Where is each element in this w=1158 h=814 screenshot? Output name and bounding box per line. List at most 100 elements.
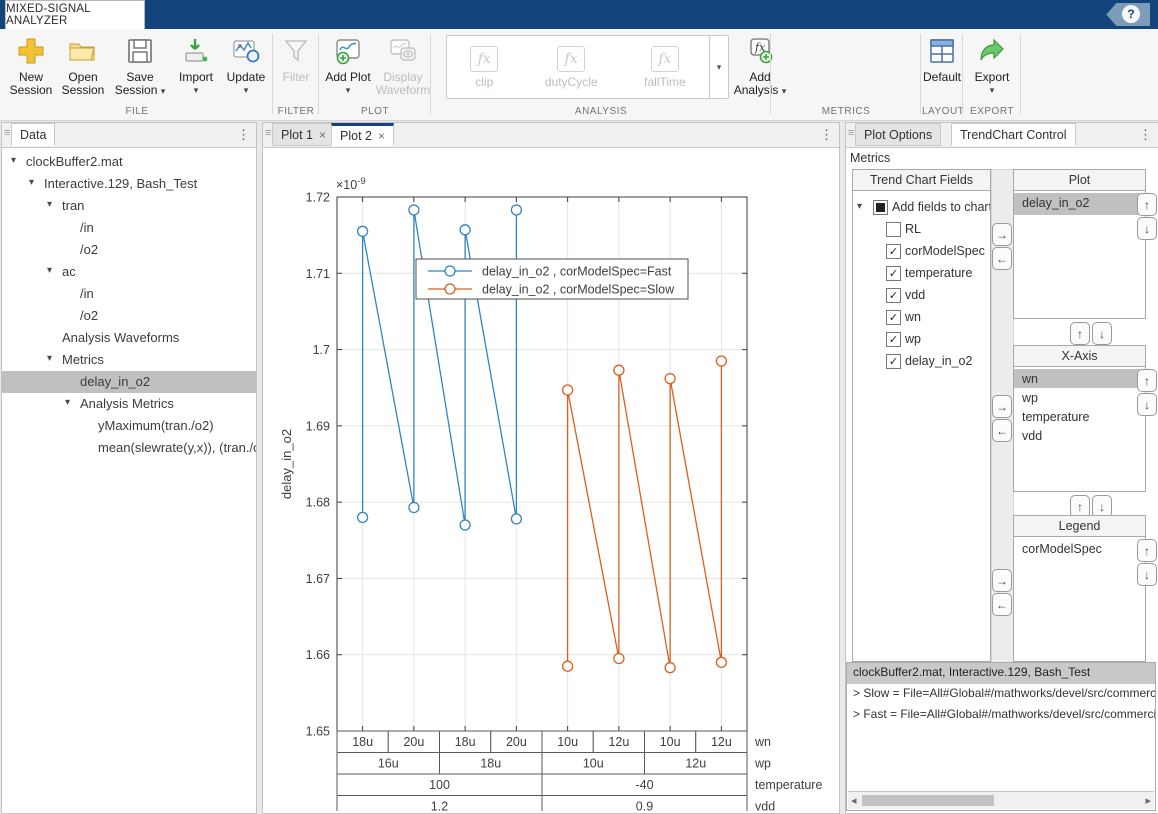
tree-item--in[interactable]: /in bbox=[2, 283, 256, 305]
legend-list-up-button[interactable]: ↑ bbox=[1137, 539, 1157, 562]
tab-trendchart-control[interactable]: TrendChart Control bbox=[951, 123, 1076, 146]
checked-checkbox[interactable]: ✓ bbox=[886, 310, 901, 325]
x-table-row-wn: 18u20u18u20u10u12u10u12uwn bbox=[337, 731, 771, 753]
tab-data[interactable]: Data bbox=[11, 123, 55, 146]
field-row-cormodelspec[interactable]: ✓corModelSpec bbox=[853, 241, 990, 263]
add-plot-button[interactable]: Add Plot ▾ bbox=[322, 34, 374, 95]
tree-item-clockbuffer2-mat[interactable]: ▾clockBuffer2.mat bbox=[2, 151, 256, 173]
save-session-button[interactable]: Save Session ▾ bbox=[112, 34, 168, 97]
section-divider bbox=[1020, 34, 1021, 114]
y-tick-label: 1.7 bbox=[313, 343, 330, 357]
list-item-wn[interactable]: wn bbox=[1014, 369, 1145, 388]
expand-arrow-icon[interactable]: ▾ bbox=[857, 201, 862, 212]
legend-list-down-button[interactable]: ↓ bbox=[1137, 563, 1157, 586]
field-row-wp[interactable]: ✓wp bbox=[853, 329, 990, 351]
panel-grip-icon[interactable]: ≡ bbox=[4, 127, 10, 139]
x-table-cell-value: 18u bbox=[455, 735, 476, 749]
field-row-add-fields-to-chart[interactable]: ▾Add fields to chart bbox=[853, 197, 990, 219]
plot-move-up-button[interactable]: ↑ bbox=[1070, 322, 1090, 345]
filter-button[interactable]: Filter bbox=[274, 34, 318, 84]
trend-chart-canvas[interactable]: 1.721.711.71.691.681.671.661.65×10-9dela… bbox=[263, 147, 837, 811]
tree-item-ac[interactable]: ▾ac bbox=[2, 261, 256, 283]
checked-checkbox[interactable]: ✓ bbox=[886, 288, 901, 303]
tree-item-delay-in-o2[interactable]: delay_in_o2 bbox=[2, 371, 256, 393]
help-icon[interactable]: ? bbox=[1122, 5, 1140, 23]
plot-list: delay_in_o2 bbox=[1013, 190, 1146, 319]
tab-plot-options[interactable]: Plot Options bbox=[855, 123, 941, 146]
new-session-button[interactable]: New Session bbox=[6, 34, 56, 97]
tree-item--o2[interactable]: /o2 bbox=[2, 239, 256, 261]
status-hscrollbar[interactable]: ◂ ▸ bbox=[848, 791, 1154, 809]
checked-checkbox[interactable]: ✓ bbox=[886, 244, 901, 259]
list-item-vdd[interactable]: vdd bbox=[1014, 426, 1145, 445]
tree-item-mean-slewrate-y-x-tran-o2-[interactable]: mean(slewrate(y,x)), (tran./o2) bbox=[2, 437, 256, 459]
remove-from-plot-button[interactable]: ← bbox=[992, 247, 1012, 270]
checked-checkbox[interactable]: ✓ bbox=[886, 266, 901, 281]
tree-item-analysis-metrics[interactable]: ▾Analysis Metrics bbox=[2, 393, 256, 415]
export-button[interactable]: Export ▾ bbox=[968, 34, 1016, 95]
plot-move-down-button[interactable]: ↓ bbox=[1092, 322, 1112, 345]
analysis-clip-button[interactable]: fx clip bbox=[470, 46, 498, 89]
remove-from-legend-button[interactable]: ← bbox=[992, 593, 1012, 616]
import-button[interactable]: Import ▾ bbox=[172, 34, 220, 95]
xaxis-list-down-button[interactable]: ↓ bbox=[1137, 393, 1157, 416]
analysis-falltime-button[interactable]: fx fallTime bbox=[644, 46, 686, 89]
checked-checkbox[interactable]: ✓ bbox=[886, 332, 901, 347]
tree-item-metrics[interactable]: ▾Metrics bbox=[2, 349, 256, 371]
scroll-left-icon[interactable]: ◂ bbox=[851, 794, 857, 807]
tree-item-interactive-129-bash-test[interactable]: ▾Interactive.129, Bash_Test bbox=[2, 173, 256, 195]
list-item-delay-in-o2[interactable]: delay_in_o2 bbox=[1014, 193, 1145, 215]
field-row-vdd[interactable]: ✓vdd bbox=[853, 285, 990, 307]
scroll-right-icon[interactable]: ▸ bbox=[1145, 794, 1151, 807]
expand-arrow-icon[interactable]: ▾ bbox=[47, 265, 52, 276]
app-title-tab[interactable]: MIXED-SIGNAL ANALYZER bbox=[5, 0, 145, 29]
add-to-plot-button[interactable]: → bbox=[992, 223, 1012, 246]
unchecked-checkbox[interactable] bbox=[886, 222, 901, 237]
tree-item-ymaximum-tran-o2-[interactable]: yMaximum(tran./o2) bbox=[2, 415, 256, 437]
analysis-gallery-dropdown[interactable]: ▾ bbox=[709, 35, 729, 99]
close-icon[interactable]: × bbox=[378, 129, 385, 143]
default-layout-button[interactable]: Default bbox=[918, 34, 966, 84]
scrollbar-thumb[interactable] bbox=[862, 795, 994, 806]
plot-list-down-button[interactable]: ↓ bbox=[1137, 217, 1157, 240]
expand-arrow-icon[interactable]: ▾ bbox=[11, 155, 16, 166]
plot-list-up-button[interactable]: ↑ bbox=[1137, 193, 1157, 216]
tree-item--in[interactable]: /in bbox=[2, 217, 256, 239]
list-item-wp[interactable]: wp bbox=[1014, 388, 1145, 407]
expand-arrow-icon[interactable]: ▾ bbox=[29, 177, 34, 188]
xaxis-list-up-button[interactable]: ↑ bbox=[1137, 369, 1157, 392]
tree-item--o2[interactable]: /o2 bbox=[2, 305, 256, 327]
field-row-wn[interactable]: ✓wn bbox=[853, 307, 990, 329]
checked-checkbox[interactable]: ✓ bbox=[886, 354, 901, 369]
open-session-button[interactable]: Open Session bbox=[58, 34, 108, 97]
update-button[interactable]: v Update ▾ bbox=[222, 34, 270, 95]
field-row-rl[interactable]: RL bbox=[853, 219, 990, 241]
panel-grip-icon[interactable]: ≡ bbox=[848, 127, 854, 139]
section-divider bbox=[318, 34, 319, 114]
tree-item-tran[interactable]: ▾tran bbox=[2, 195, 256, 217]
expand-arrow-icon[interactable]: ▾ bbox=[65, 397, 70, 408]
close-icon[interactable]: × bbox=[319, 128, 326, 142]
x-table-row-label: temperature bbox=[755, 778, 822, 792]
analysis-dutycycle-button[interactable]: fx dutyCycle bbox=[545, 46, 598, 89]
add-to-legend-button[interactable]: → bbox=[992, 569, 1012, 592]
panel-overflow-icon[interactable]: ⋮ bbox=[820, 127, 833, 143]
expand-arrow-icon[interactable]: ▾ bbox=[47, 199, 52, 210]
list-item-temperature[interactable]: temperature bbox=[1014, 407, 1145, 426]
panel-overflow-icon[interactable]: ⋮ bbox=[237, 127, 250, 143]
field-row-temperature[interactable]: ✓temperature bbox=[853, 263, 990, 285]
panel-overflow-icon[interactable]: ⋮ bbox=[1139, 127, 1152, 143]
tab-plot-2[interactable]: Plot 2 × bbox=[331, 123, 394, 146]
panel-grip-icon[interactable]: ≡ bbox=[265, 127, 271, 139]
add-to-xaxis-button[interactable]: → bbox=[992, 395, 1012, 418]
remove-from-xaxis-button[interactable]: ← bbox=[992, 419, 1012, 442]
partial-checkbox[interactable] bbox=[873, 200, 888, 215]
list-item-cormodelspec[interactable]: corModelSpec bbox=[1014, 539, 1145, 561]
tree-item-analysis-waveforms[interactable]: Analysis Waveforms bbox=[2, 327, 256, 349]
x-table-cell-value: 10u bbox=[660, 735, 681, 749]
series-line-1 bbox=[568, 361, 722, 668]
display-waveform-button[interactable]: Display Waveform bbox=[376, 34, 430, 97]
field-row-delay-in-o2[interactable]: ✓delay_in_o2 bbox=[853, 351, 990, 373]
tab-plot-1[interactable]: Plot 1 × bbox=[272, 123, 335, 146]
expand-arrow-icon[interactable]: ▾ bbox=[47, 353, 52, 364]
